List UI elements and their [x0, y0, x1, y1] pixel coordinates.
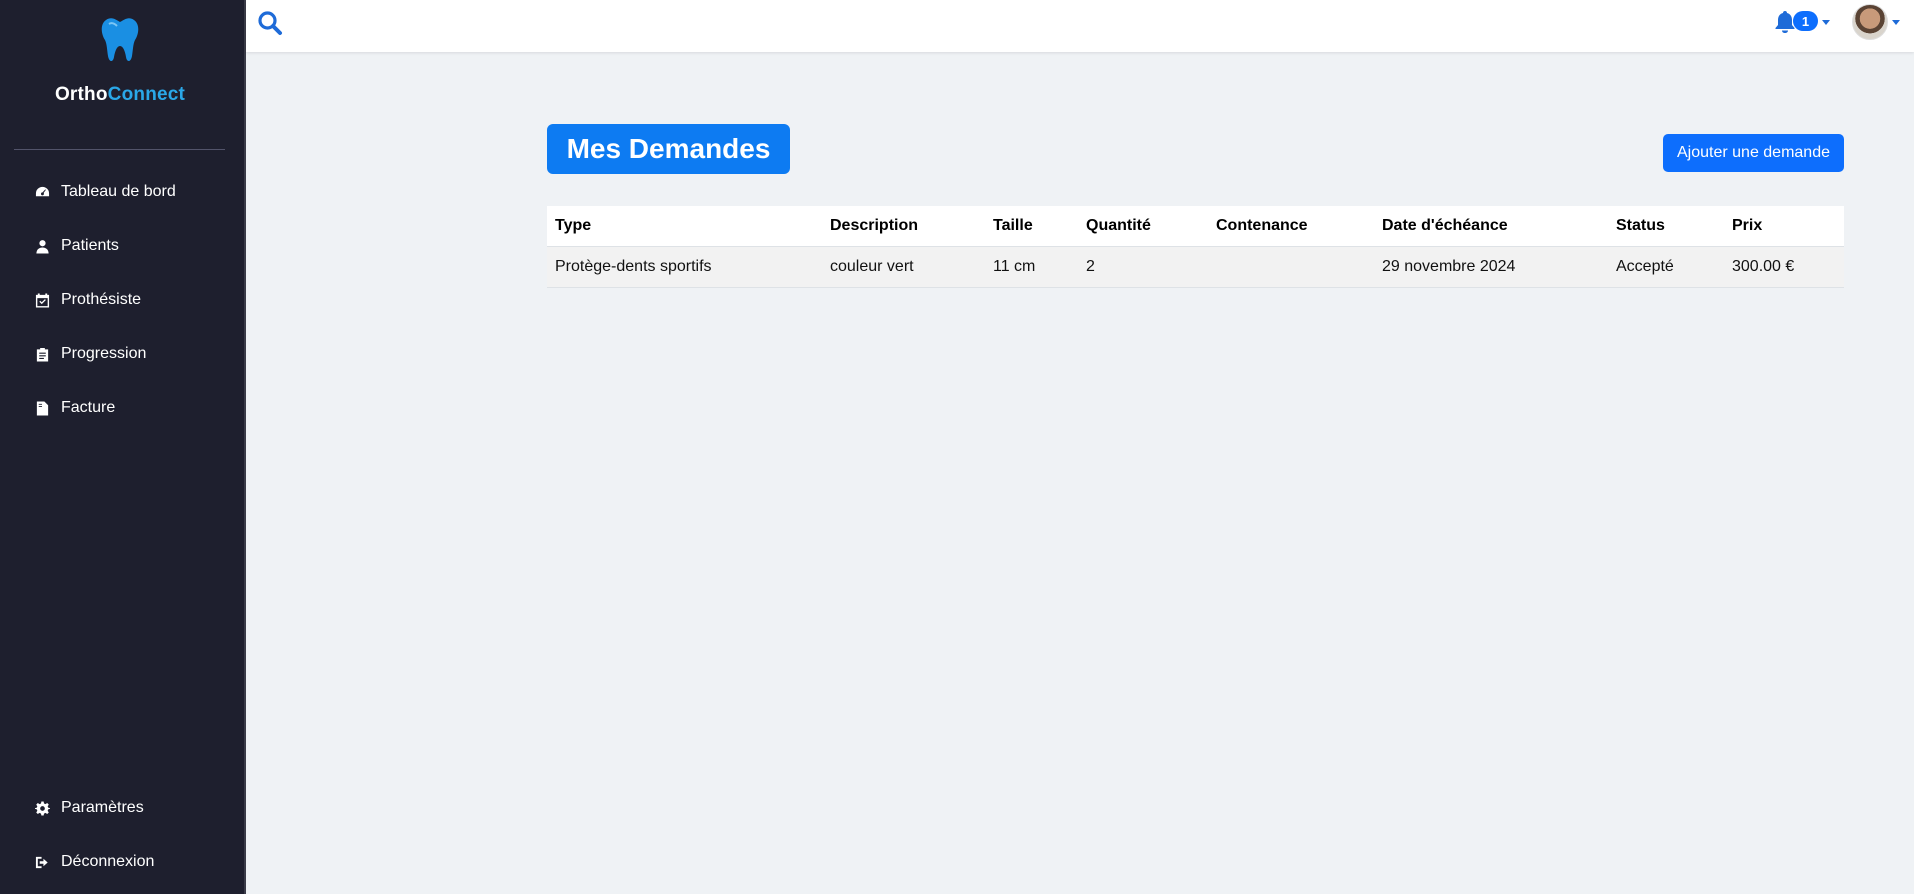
add-request-button[interactable]: Ajouter une demande [1663, 134, 1844, 172]
avatar [1852, 4, 1888, 40]
notification-count-badge: 1 [1793, 11, 1818, 31]
sidebar-item-label: Facture [61, 399, 116, 416]
user-doctor-icon [35, 239, 50, 254]
column-header-type[interactable]: Type [547, 206, 822, 247]
column-header-status[interactable]: Status [1608, 206, 1724, 247]
caret-down-icon [1822, 19, 1830, 25]
sidebar-item-label: Tableau de bord [61, 183, 176, 200]
cell-prix: 300.00 € [1724, 246, 1844, 288]
cell-quantite: 2 [1078, 246, 1208, 288]
cell-type: Protège-dents sportifs [547, 246, 822, 288]
cell-description: couleur vert [822, 246, 985, 288]
notifications-dropdown[interactable]: 1 [1774, 10, 1830, 34]
sidebar-item-tableau-de-bord[interactable]: Tableau de bord [0, 172, 240, 212]
column-header-contenance[interactable]: Contenance [1208, 206, 1374, 247]
cell-status: Accepté [1608, 246, 1724, 288]
sidebar-item-parametres[interactable]: Paramètres [0, 788, 240, 828]
search-button[interactable] [257, 10, 283, 36]
sign-out-icon [35, 855, 50, 870]
column-header-prix[interactable]: Prix [1724, 206, 1844, 247]
cell-contenance [1208, 246, 1374, 288]
brand-name-part1: Ortho [54, 84, 108, 105]
column-header-description[interactable]: Description [822, 206, 985, 247]
table-row[interactable]: Protège-dents sportifs couleur vert 11 c… [547, 246, 1844, 288]
caret-down-icon [1892, 19, 1900, 25]
sidebar-item-progression[interactable]: Progression [0, 334, 240, 374]
sidebar-item-label: Paramètres [61, 799, 144, 816]
column-header-date-echeance[interactable]: Date d'échéance [1374, 206, 1608, 247]
table-header-row: Type Description Taille Quantité Contena… [547, 206, 1844, 247]
sidebar-item-label: Patients [61, 237, 119, 254]
dashboard-gauge-icon [35, 185, 50, 200]
sidebar-item-facture[interactable]: Facture [0, 388, 240, 428]
column-header-taille[interactable]: Taille [985, 206, 1078, 247]
top-bar: 1 [246, 0, 1914, 52]
sidebar-item-label: Prothésiste [61, 291, 142, 308]
user-menu[interactable] [1852, 4, 1900, 40]
sidebar-item-prothesiste[interactable]: Prothésiste [0, 280, 240, 320]
gear-icon [35, 800, 50, 816]
column-header-quantite[interactable]: Quantité [1078, 206, 1208, 247]
clipboard-list-icon [35, 347, 50, 362]
sidebar-item-label: Progression [61, 345, 147, 362]
sidebar-item-label: Déconnexion [61, 853, 155, 870]
calendar-check-icon [35, 292, 50, 308]
sidebar-item-patients[interactable]: Patients [0, 226, 240, 266]
search-icon [258, 11, 282, 35]
page-title: Mes Demandes [547, 124, 790, 174]
brand-logo[interactable]: OrthoConnect [0, 16, 240, 106]
brand-name: OrthoConnect [0, 84, 240, 106]
cell-date-echeance: 29 novembre 2024 [1374, 246, 1608, 288]
file-invoice-icon [35, 400, 50, 416]
sidebar-divider [14, 149, 225, 150]
tooth-logo-icon [101, 18, 139, 62]
requests-table: Type Description Taille Quantité Contena… [547, 206, 1844, 288]
brand-name-part2: Connect [107, 84, 186, 105]
cell-taille: 11 cm [985, 246, 1078, 288]
sidebar: OrthoConnect Tableau de bord Patients Pr… [0, 0, 246, 894]
sidebar-item-deconnexion[interactable]: Déconnexion [0, 842, 240, 882]
